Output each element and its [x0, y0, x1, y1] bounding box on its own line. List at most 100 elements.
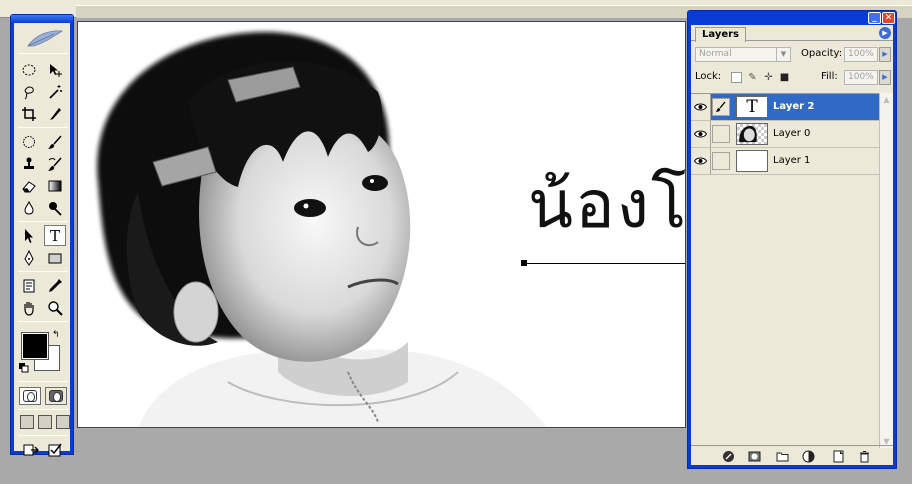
tab-layers[interactable]: Layers: [695, 27, 746, 42]
opacity-field[interactable]: 100%: [844, 47, 878, 62]
layer-link-toggle[interactable]: [712, 152, 730, 170]
layer-name[interactable]: Layer 2: [773, 101, 814, 112]
full-screen-menubar-button[interactable]: [38, 415, 52, 429]
history-brush-icon: [48, 157, 62, 171]
layer-link-toggle[interactable]: [712, 98, 730, 116]
layer-row-layer-1[interactable]: Layer 1: [691, 148, 879, 175]
blur-tool[interactable]: [18, 197, 40, 218]
photo-thumbnail-icon: [739, 125, 757, 143]
lasso-tool[interactable]: [18, 81, 40, 102]
lock-image-brush-icon[interactable]: ✎: [747, 72, 758, 83]
type-layer-text[interactable]: น้องโ: [528, 172, 685, 238]
full-screen-mode-button[interactable]: [56, 415, 70, 429]
hand-tool[interactable]: [18, 297, 40, 318]
notes-tool[interactable]: [18, 275, 40, 296]
blend-mode-value: Normal: [699, 49, 732, 59]
crop-tool[interactable]: [18, 103, 40, 124]
layer-thumbnail-photo: [736, 123, 768, 145]
zoom-tool[interactable]: [44, 297, 66, 318]
type-baseline: [524, 263, 685, 264]
slice-icon: [50, 107, 61, 120]
new-adjustment-layer-button[interactable]: [801, 449, 815, 463]
layers-scrollbar[interactable]: ▲ ▼: [879, 93, 893, 448]
magic-wand-icon: [49, 84, 62, 99]
visibility-toggle[interactable]: [691, 94, 711, 120]
type-tool-icon: T: [49, 226, 60, 245]
droplet-icon: [24, 200, 34, 215]
pen-tool[interactable]: [18, 247, 40, 268]
layers-footer-toolbar: [691, 445, 893, 465]
add-layer-style-button[interactable]: [721, 449, 735, 463]
new-layer-button[interactable]: [831, 449, 845, 463]
slice-tool[interactable]: [44, 103, 66, 124]
eyedropper-icon: [49, 278, 62, 292]
type-tool[interactable]: T: [44, 225, 66, 246]
checkbox-icon: [48, 443, 62, 456]
mask-icon: [748, 451, 760, 461]
eyedropper-tool[interactable]: [44, 275, 66, 296]
crop-icon: [22, 106, 36, 121]
layer-name[interactable]: Layer 0: [773, 128, 810, 139]
pen-icon: [24, 249, 34, 266]
history-brush-tool[interactable]: [44, 153, 66, 174]
lock-all-padlock-icon[interactable]: ■: [779, 72, 790, 83]
create-group-button[interactable]: [775, 449, 789, 463]
tools-palette-titlebar[interactable]: [11, 15, 73, 23]
minimize-palette-button[interactable]: _: [868, 12, 881, 24]
default-colors-icon[interactable]: [19, 363, 29, 373]
visibility-toggle[interactable]: [691, 148, 711, 174]
brush-tool[interactable]: [44, 131, 66, 152]
layer-thumbnail-white: [736, 150, 768, 172]
palette-menu-arrow-icon[interactable]: ▶: [879, 27, 891, 39]
layers-list: T Layer 2 Layer 0 Layer 1: [691, 93, 879, 448]
standard-screen-mode-button[interactable]: [20, 415, 34, 429]
type-anchor-point[interactable]: [521, 260, 527, 266]
eye-icon: [694, 157, 707, 165]
lock-transparency-icon[interactable]: [731, 72, 742, 83]
dodge-tool[interactable]: [44, 197, 66, 218]
fill-slider-arrow-icon[interactable]: ▶: [879, 70, 891, 85]
path-selection-tool[interactable]: [18, 225, 40, 246]
move-tool[interactable]: [44, 59, 66, 80]
document-canvas[interactable]: น้องโ: [77, 21, 686, 428]
eraser-icon: [22, 180, 36, 192]
scroll-up-arrow-icon[interactable]: ▲: [880, 93, 893, 106]
opacity-label: Opacity:: [801, 48, 843, 59]
opacity-slider-arrow-icon[interactable]: ▶: [879, 47, 891, 62]
lasso-icon: [24, 86, 34, 99]
healing-brush-tool[interactable]: [18, 131, 40, 152]
close-icon: ✕: [884, 13, 893, 23]
jump-to-imageready-button[interactable]: [20, 439, 42, 460]
marquee-tool[interactable]: [18, 59, 40, 80]
edit-in-imageready-button[interactable]: [44, 439, 66, 460]
bandage-icon: [23, 135, 35, 148]
feather-logo-icon[interactable]: [24, 28, 64, 50]
eye-icon: [694, 130, 707, 138]
stamp-icon: [24, 157, 34, 169]
lock-position-move-icon[interactable]: ✛: [763, 72, 774, 83]
layer-row-layer-0[interactable]: Layer 0: [691, 121, 879, 148]
swap-colors-icon[interactable]: ↰: [52, 330, 60, 340]
foreground-color-swatch[interactable]: [21, 332, 49, 360]
standard-mode-button[interactable]: [19, 387, 41, 405]
close-palette-button[interactable]: ✕: [882, 12, 895, 24]
gradient-tool[interactable]: [44, 175, 66, 196]
minimize-icon: _: [872, 13, 877, 23]
magic-wand-tool[interactable]: [44, 81, 66, 102]
layer-row-layer-2[interactable]: T Layer 2: [691, 94, 879, 121]
add-layer-mask-button[interactable]: [747, 449, 761, 463]
clone-stamp-tool[interactable]: [18, 153, 40, 174]
visibility-toggle[interactable]: [691, 121, 711, 147]
delete-layer-button[interactable]: [857, 449, 871, 463]
quick-mask-mode-button[interactable]: [45, 387, 67, 405]
fill-field[interactable]: 100%: [844, 70, 878, 85]
blend-mode-select[interactable]: Normal ▼: [695, 47, 791, 62]
standard-mode-icon: [23, 390, 37, 402]
layer-link-toggle[interactable]: [712, 125, 730, 143]
new-page-icon: [833, 450, 843, 462]
layers-palette: _ ✕ Layers ▶ Normal ▼ Opacity: 100% ▶ Lo…: [687, 10, 897, 469]
eraser-tool[interactable]: [18, 175, 40, 196]
folder-icon: [776, 452, 788, 461]
layer-name[interactable]: Layer 1: [773, 155, 810, 166]
shape-tool[interactable]: [44, 247, 66, 268]
